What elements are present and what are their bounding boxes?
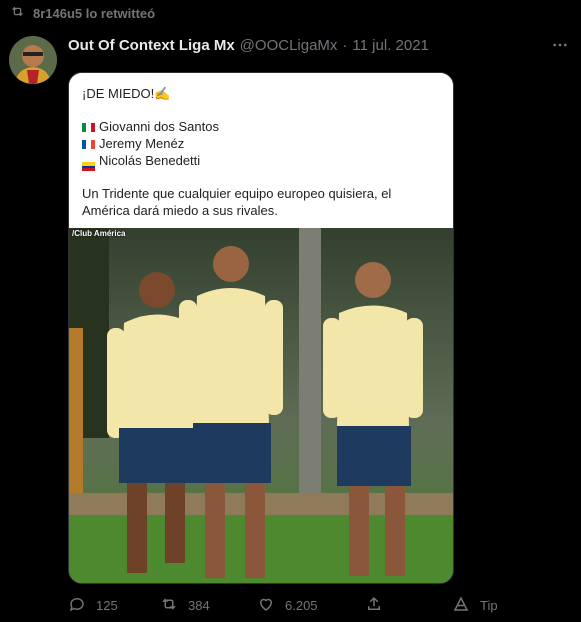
mexico-flag-icon — [82, 120, 95, 132]
tip-label: Tip — [480, 597, 498, 613]
tweet-header: Out Of Context Liga Mx @OOCLigaMx · 11 j… — [68, 37, 521, 54]
reply-count: 125 — [96, 597, 118, 613]
player-name: Giovanni dos Santos — [99, 119, 219, 134]
more-button[interactable] — [549, 36, 571, 58]
caption-body-line-2: América dará miedo a sus rivales. — [82, 203, 278, 218]
share-button[interactable] — [365, 594, 383, 616]
team-photo: /Club América — [69, 228, 453, 583]
retweet-button[interactable]: 384 — [160, 594, 210, 616]
caption-body-line-1: Un Tridente que cualquier equipo europeo… — [82, 186, 392, 201]
heart-icon — [257, 595, 275, 616]
author-name[interactable]: Out Of Context Liga Mx — [68, 37, 235, 54]
caption-player-3: Nicolás Benedetti — [82, 153, 200, 171]
retweet-icon — [10, 4, 25, 22]
like-count: 6.205 — [285, 597, 318, 613]
france-flag-icon — [82, 137, 95, 149]
photo-watermark: /Club América — [72, 229, 126, 238]
like-button[interactable]: 6.205 — [257, 594, 318, 616]
more-icon — [551, 36, 569, 59]
caption-player-2: Jeremy Menéz — [82, 136, 184, 153]
reply-button[interactable]: 125 — [68, 594, 118, 616]
tip-icon — [452, 595, 470, 616]
author-handle[interactable]: @OOCLigaMx — [240, 37, 338, 54]
caption-player-1: Giovanni dos Santos — [82, 119, 219, 136]
team-photo-illustration — [69, 228, 453, 583]
share-icon — [365, 595, 383, 616]
tweet-media[interactable]: ¡DE MIEDO!✍ Giovanni dos Santos Jeremy M… — [68, 72, 454, 584]
tweet-date[interactable]: 11 jul. 2021 — [352, 37, 428, 54]
retweet-icon — [160, 595, 178, 616]
tweet-actions: 125 384 6.205 Tip — [68, 594, 528, 616]
player-name: Jeremy Menéz — [99, 136, 185, 151]
retweet-context[interactable]: 8r146u5 lo retwitteó — [10, 4, 155, 22]
avatar[interactable] — [9, 36, 57, 84]
header-separator: · — [342, 37, 348, 54]
player-name: Nicolás Benedetti — [99, 153, 201, 168]
tip-button[interactable]: Tip — [452, 594, 498, 616]
retweet-count: 384 — [188, 597, 210, 613]
colombia-flag-icon — [82, 161, 95, 171]
reply-icon — [68, 595, 86, 616]
retweet-context-text: 8r146u5 lo retwitteó — [33, 5, 156, 21]
media-caption: ¡DE MIEDO!✍ Giovanni dos Santos Jeremy M… — [69, 73, 453, 228]
caption-headline: ¡DE MIEDO!✍ — [82, 86, 171, 101]
